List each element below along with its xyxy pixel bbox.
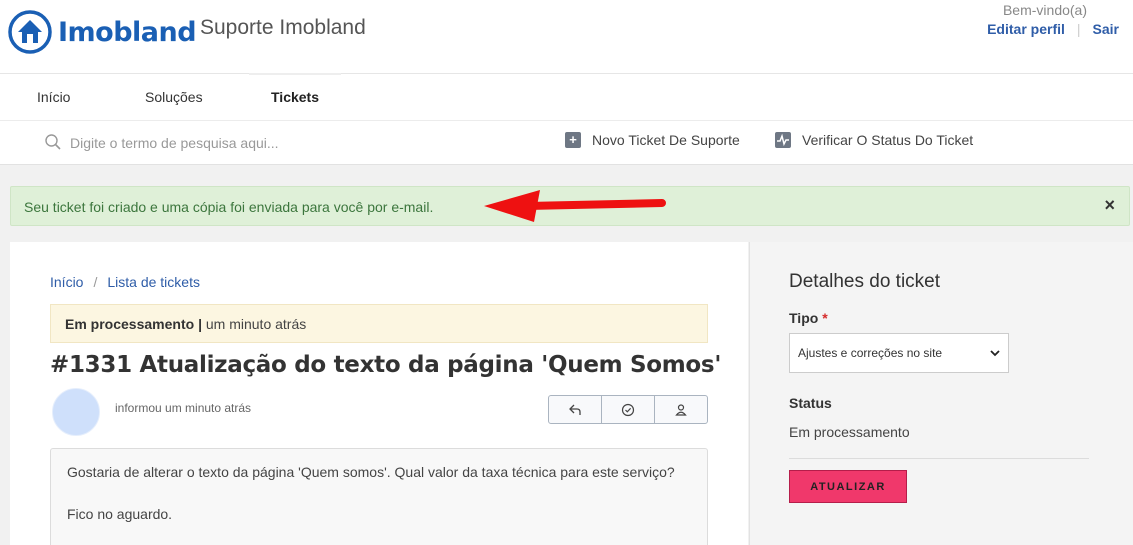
assign-button[interactable] (655, 396, 707, 423)
message-line: Gostaria de alterar o texto da página 'Q… (67, 464, 675, 480)
tab-tickets[interactable]: Tickets (249, 73, 341, 120)
alert-message: Seu ticket foi criado e uma cópia foi en… (24, 199, 434, 215)
breadcrumb: Início / Lista de tickets (50, 274, 200, 290)
required-mark: * (822, 310, 828, 326)
divider (789, 458, 1089, 459)
resolve-button[interactable] (602, 396, 655, 423)
red-arrow-annotation (484, 190, 666, 222)
reply-icon (569, 404, 581, 415)
check-circle-icon (621, 403, 635, 416)
informed-time: informou um minuto atrás (115, 401, 252, 415)
ticket-main-panel: Início / Lista de tickets Em processamen… (10, 242, 748, 545)
status-field-value: Em processamento (789, 424, 910, 440)
search-icon (45, 134, 61, 150)
search-bar: + Novo Ticket De Suporte Verificar O Sta… (0, 121, 1133, 165)
tipo-label: Tipo * (789, 310, 828, 326)
logo-text: Imobland (58, 16, 197, 48)
main-nav: Início Soluções Tickets (0, 73, 1133, 121)
alert-close-button[interactable]: × (1104, 195, 1115, 216)
ticket-details-sidebar: Detalhes do ticket Tipo * Ajustes e corre… (749, 242, 1133, 545)
status-field-label: Status (789, 395, 832, 411)
avatar (52, 388, 100, 436)
status-separator: | (198, 316, 202, 332)
search-input[interactable] (70, 129, 510, 157)
imobland-logo[interactable]: Imobland (8, 10, 197, 54)
reply-button[interactable] (549, 396, 602, 423)
breadcrumb-separator: / (93, 274, 98, 290)
tab-inicio[interactable]: Início (37, 74, 70, 120)
tab-solucoes[interactable]: Soluções (145, 74, 203, 120)
house-logo-icon (8, 10, 52, 54)
portal-name: Suporte Imobland (200, 16, 366, 39)
check-status-label: Verificar O Status Do Ticket (802, 132, 974, 148)
new-ticket-link[interactable]: + Novo Ticket De Suporte (565, 132, 740, 148)
logout-link[interactable]: Sair (1093, 21, 1119, 37)
tipo-label-text: Tipo (789, 310, 819, 326)
edit-profile-link[interactable]: Editar perfil (987, 21, 1065, 37)
user-icon (675, 403, 687, 416)
new-ticket-label: Novo Ticket De Suporte (592, 132, 740, 148)
ticket-status-strip: Em processamento | um minuto atrás (50, 304, 708, 343)
pulse-icon (775, 132, 791, 148)
check-status-link[interactable]: Verificar O Status Do Ticket (775, 132, 973, 148)
welcome-text: Bem-vindo(a) (1002, 2, 1087, 18)
ticket-title: #1331 Atualização do texto da página 'Qu… (50, 352, 722, 378)
tipo-select[interactable]: Ajustes e correções no site (789, 333, 1009, 373)
chevron-down-icon (990, 350, 1000, 357)
status-label: Em processamento (65, 316, 195, 332)
plus-icon: + (565, 132, 581, 148)
update-button[interactable]: ATUALIZAR (789, 470, 907, 503)
top-header: Imobland Suporte Imobland Bem-vindo(a) E… (0, 0, 1133, 74)
breadcrumb-ticket-list[interactable]: Lista de tickets (107, 274, 200, 290)
details-title: Detalhes do ticket (789, 271, 941, 292)
user-links-separator: | (1076, 21, 1081, 37)
breadcrumb-inicio[interactable]: Início (50, 274, 83, 290)
user-links: Editar perfil | Sair (987, 21, 1119, 37)
ticket-actions (548, 395, 708, 424)
status-time: um minuto atrás (205, 316, 307, 332)
message-line: Fico no aguardo. (67, 506, 173, 522)
tipo-selected-value: Ajustes e correções no site (798, 346, 943, 360)
ticket-message: Gostaria de alterar o texto da página 'Q… (50, 448, 708, 545)
